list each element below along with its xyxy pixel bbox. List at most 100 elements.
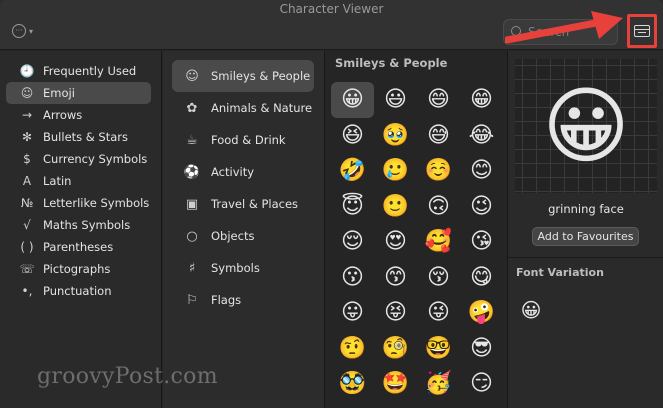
bus-icon: ▣ <box>185 196 199 212</box>
character-preview: 😀 <box>515 59 657 193</box>
cup-icon: ☕ <box>186 132 198 148</box>
emoji-cell[interactable]: 😉 <box>460 189 503 225</box>
sidebar-item-emoji[interactable]: ☺ Emoji <box>6 82 151 104</box>
emoji-cell[interactable]: 🥲 <box>374 153 417 189</box>
emoji-cell[interactable]: 😁 <box>460 82 503 118</box>
emoji-cell[interactable]: 😆 <box>331 118 374 154</box>
category-item-food-and-drink[interactable]: ☕ Food & Drink <box>172 124 314 156</box>
sidebar-item-parentheses[interactable]: ( ) Parentheses <box>6 236 151 258</box>
character-viewer-window: Character Viewer ··· ▾ 🕘 Frequently Used ☺… <box>0 0 663 408</box>
window-title: Character Viewer <box>279 2 384 16</box>
sidebar-item-label: Letterlike Symbols <box>43 196 150 210</box>
category-item-symbols[interactable]: ♯ Symbols <box>172 252 314 284</box>
sidebar-item-label: Emoji <box>43 86 75 100</box>
sidebar-item-letterlike-symbols[interactable]: № Letterlike Symbols <box>6 192 151 214</box>
sidebar-item-label: Arrows <box>43 108 83 122</box>
latin-a-icon: A <box>22 174 32 188</box>
emoji-cell[interactable]: 😝 <box>374 295 417 331</box>
emoji-cell[interactable]: 🥳 <box>417 366 460 402</box>
category-item-flags[interactable]: ⚐ Flags <box>172 284 314 316</box>
emoji-cell[interactable]: 😙 <box>374 260 417 296</box>
title-bar: Character Viewer ··· ▾ <box>0 0 663 50</box>
action-menu-button[interactable]: ··· ▾ <box>12 23 42 39</box>
emoji-cell[interactable]: 😋 <box>460 260 503 296</box>
emoji-cell[interactable]: 😏 <box>460 366 503 402</box>
flag-icon: ⚐ <box>186 292 198 308</box>
emoji-cell[interactable]: 🤣 <box>331 153 374 189</box>
dollar-icon: $ <box>23 152 31 166</box>
category-item-label: Objects <box>211 229 255 243</box>
search-icon <box>511 26 521 36</box>
emoji-cell[interactable]: 😃 <box>374 82 417 118</box>
emoji-cell[interactable]: 😍 <box>374 224 417 260</box>
flower-icon: ✿ <box>186 100 198 116</box>
category-item-activity[interactable]: ⚽ Activity <box>172 156 314 188</box>
toggle-view-button[interactable] <box>627 14 657 48</box>
sidebar-item-latin[interactable]: A Latin <box>6 170 151 192</box>
category-item-label: Symbols <box>211 261 260 275</box>
sidebar-item-label: Parentheses <box>43 240 114 254</box>
emoji-cell[interactable]: 😊 <box>460 153 503 189</box>
sidebar-item-bullets-and-stars[interactable]: ✻ Bullets & Stars <box>6 126 151 148</box>
sidebar-item-frequently-used[interactable]: 🕘 Frequently Used <box>6 60 151 82</box>
emoji-cell[interactable]: 😛 <box>331 295 374 331</box>
category-item-travel-and-places[interactable]: ▣ Travel & Places <box>172 188 314 220</box>
emoji-cell[interactable]: 😜 <box>417 295 460 331</box>
emoji-grid-pane: Smileys & People 😀 😃 😄 😁 😆 🥹 😅 😂 🤣 🥲 ☺️ 😊 😇 🙂 🙃 😉 😌 😍 🥰 😘 😗 😙… <box>326 51 506 408</box>
category-list: ☺ Smileys & People ✿ Animals & Nature ☕ Food … <box>163 51 325 408</box>
emoji-cell[interactable]: 🥸 <box>331 366 374 402</box>
emoji-cell[interactable]: 🤨 <box>331 331 374 367</box>
category-item-objects[interactable]: ○ Objects <box>172 220 314 252</box>
square-root-icon: √ <box>23 218 31 232</box>
sidebar-item-currency-symbols[interactable]: $ Currency Symbols <box>6 148 151 170</box>
divider <box>508 257 663 258</box>
detail-pane: 😀 grinning face Add to Favourites Font V… <box>507 51 663 408</box>
emoji-cell[interactable]: 🤓 <box>417 331 460 367</box>
emoji-cell[interactable]: 🥹 <box>374 118 417 154</box>
emoji-cell[interactable]: 🤪 <box>460 295 503 331</box>
sidebar-item-pictographs[interactable]: ☏ Pictographs <box>6 258 151 280</box>
emoji-cell[interactable]: 🧐 <box>374 331 417 367</box>
category-item-smileys-and-people[interactable]: ☺ Smileys & People <box>172 60 314 92</box>
sidebar-item-maths-symbols[interactable]: √ Maths Symbols <box>6 214 151 236</box>
add-to-favourites-button[interactable]: Add to Favourites <box>532 227 639 246</box>
font-variation-item[interactable]: 😀 <box>516 295 546 325</box>
search-input[interactable] <box>528 23 616 41</box>
sidebar: 🕘 Frequently Used ☺ Emoji → Arrows ✻ Bullets & … <box>0 51 162 408</box>
chevron-down-icon: ▾ <box>29 26 34 36</box>
parentheses-icon: ( ) <box>20 240 34 254</box>
emoji-cell[interactable]: 🙂 <box>374 189 417 225</box>
emoji-cell[interactable]: 😎 <box>460 331 503 367</box>
emoji-cell[interactable]: 😀 <box>331 82 374 118</box>
emoji-cell[interactable]: 🙃 <box>417 189 460 225</box>
category-item-label: Animals & Nature <box>211 101 313 115</box>
emoji-grid-title: Smileys & People <box>335 56 448 70</box>
emoji-cell[interactable]: 🥰 <box>417 224 460 260</box>
emoji-cell[interactable]: 😅 <box>417 118 460 154</box>
search-field[interactable] <box>503 19 618 45</box>
emoji-cell[interactable]: 😘 <box>460 224 503 260</box>
lightbulb-icon: ○ <box>186 228 198 244</box>
emoji-grid: 😀 😃 😄 😁 😆 🥹 😅 😂 🤣 🥲 ☺️ 😊 😇 🙂 🙃 😉 😌 😍 🥰 😘 😗 😙 😚 😋 😛 😝 😜 🤪 🤨 🧐 🤓 😎 🥸 🤩 🥳 😏 <box>331 82 503 402</box>
emoji-cell[interactable]: ☺️ <box>417 153 460 189</box>
emoji-cell[interactable]: 😗 <box>331 260 374 296</box>
emoji-cell[interactable]: 🤩 <box>374 366 417 402</box>
category-item-animals-and-nature[interactable]: ✿ Animals & Nature <box>172 92 314 124</box>
emoji-cell[interactable]: 😂 <box>460 118 503 154</box>
preview-emoji: 😀 <box>542 77 630 175</box>
sidebar-item-label: Punctuation <box>43 284 112 298</box>
numero-icon: № <box>20 196 34 210</box>
emoji-cell[interactable]: 😄 <box>417 82 460 118</box>
asterisk-icon: ✻ <box>21 130 33 144</box>
emoji-cell[interactable]: 😚 <box>417 260 460 296</box>
sidebar-item-punctuation[interactable]: •, Punctuation <box>6 280 151 302</box>
watermark-text: groovyPost.com <box>37 364 218 389</box>
category-item-label: Activity <box>211 165 255 179</box>
sidebar-item-arrows[interactable]: → Arrows <box>6 104 151 126</box>
character-name: grinning face <box>548 202 624 216</box>
ellipsis-icon: ··· <box>12 24 26 38</box>
emoji-cell[interactable]: 😇 <box>331 189 374 225</box>
sidebar-item-label: Bullets & Stars <box>43 130 128 144</box>
emoji-cell[interactable]: 😌 <box>331 224 374 260</box>
window-toggle-icon <box>634 25 650 37</box>
